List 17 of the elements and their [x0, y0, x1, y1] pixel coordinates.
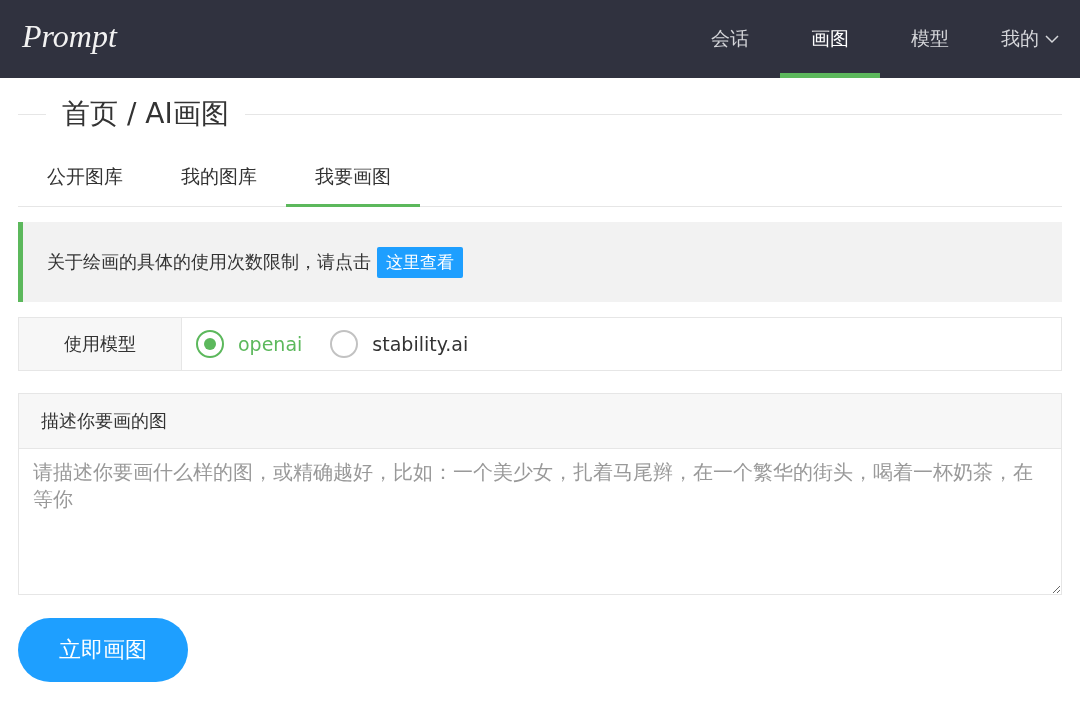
- tab[interactable]: 我的图库: [152, 154, 286, 207]
- prompt-title: 描述你要画的图: [18, 393, 1062, 449]
- nav-item[interactable]: 模型: [880, 0, 980, 78]
- prompt-input[interactable]: 请描述你要画什么样的图，或精确越好，比如：一个美少女，扎着马尾辫，在一个繁华的街头，喝着一杯奶茶，在等你: [18, 449, 1062, 595]
- tab[interactable]: 我要画图: [286, 154, 420, 207]
- radio-circle[interactable]: [196, 330, 224, 358]
- nav-item[interactable]: 画图: [780, 0, 880, 78]
- notice-text: 关于绘画的具体的使用次数限制，请点击: [47, 250, 371, 274]
- nav-item[interactable]: 会话: [680, 0, 780, 78]
- nav-item[interactable]: 我的: [980, 0, 1080, 78]
- radio-circle[interactable]: [330, 330, 359, 358]
- logo: Prompt: [22, 17, 117, 55]
- model-radio[interactable]: stability.ai: [330, 330, 469, 358]
- breadcrumb: 首页 / AI画图: [62, 96, 229, 132]
- tab[interactable]: 公开图库: [18, 154, 152, 207]
- chevron-down-icon: [1045, 34, 1059, 44]
- model-label: 使用模型: [19, 318, 182, 370]
